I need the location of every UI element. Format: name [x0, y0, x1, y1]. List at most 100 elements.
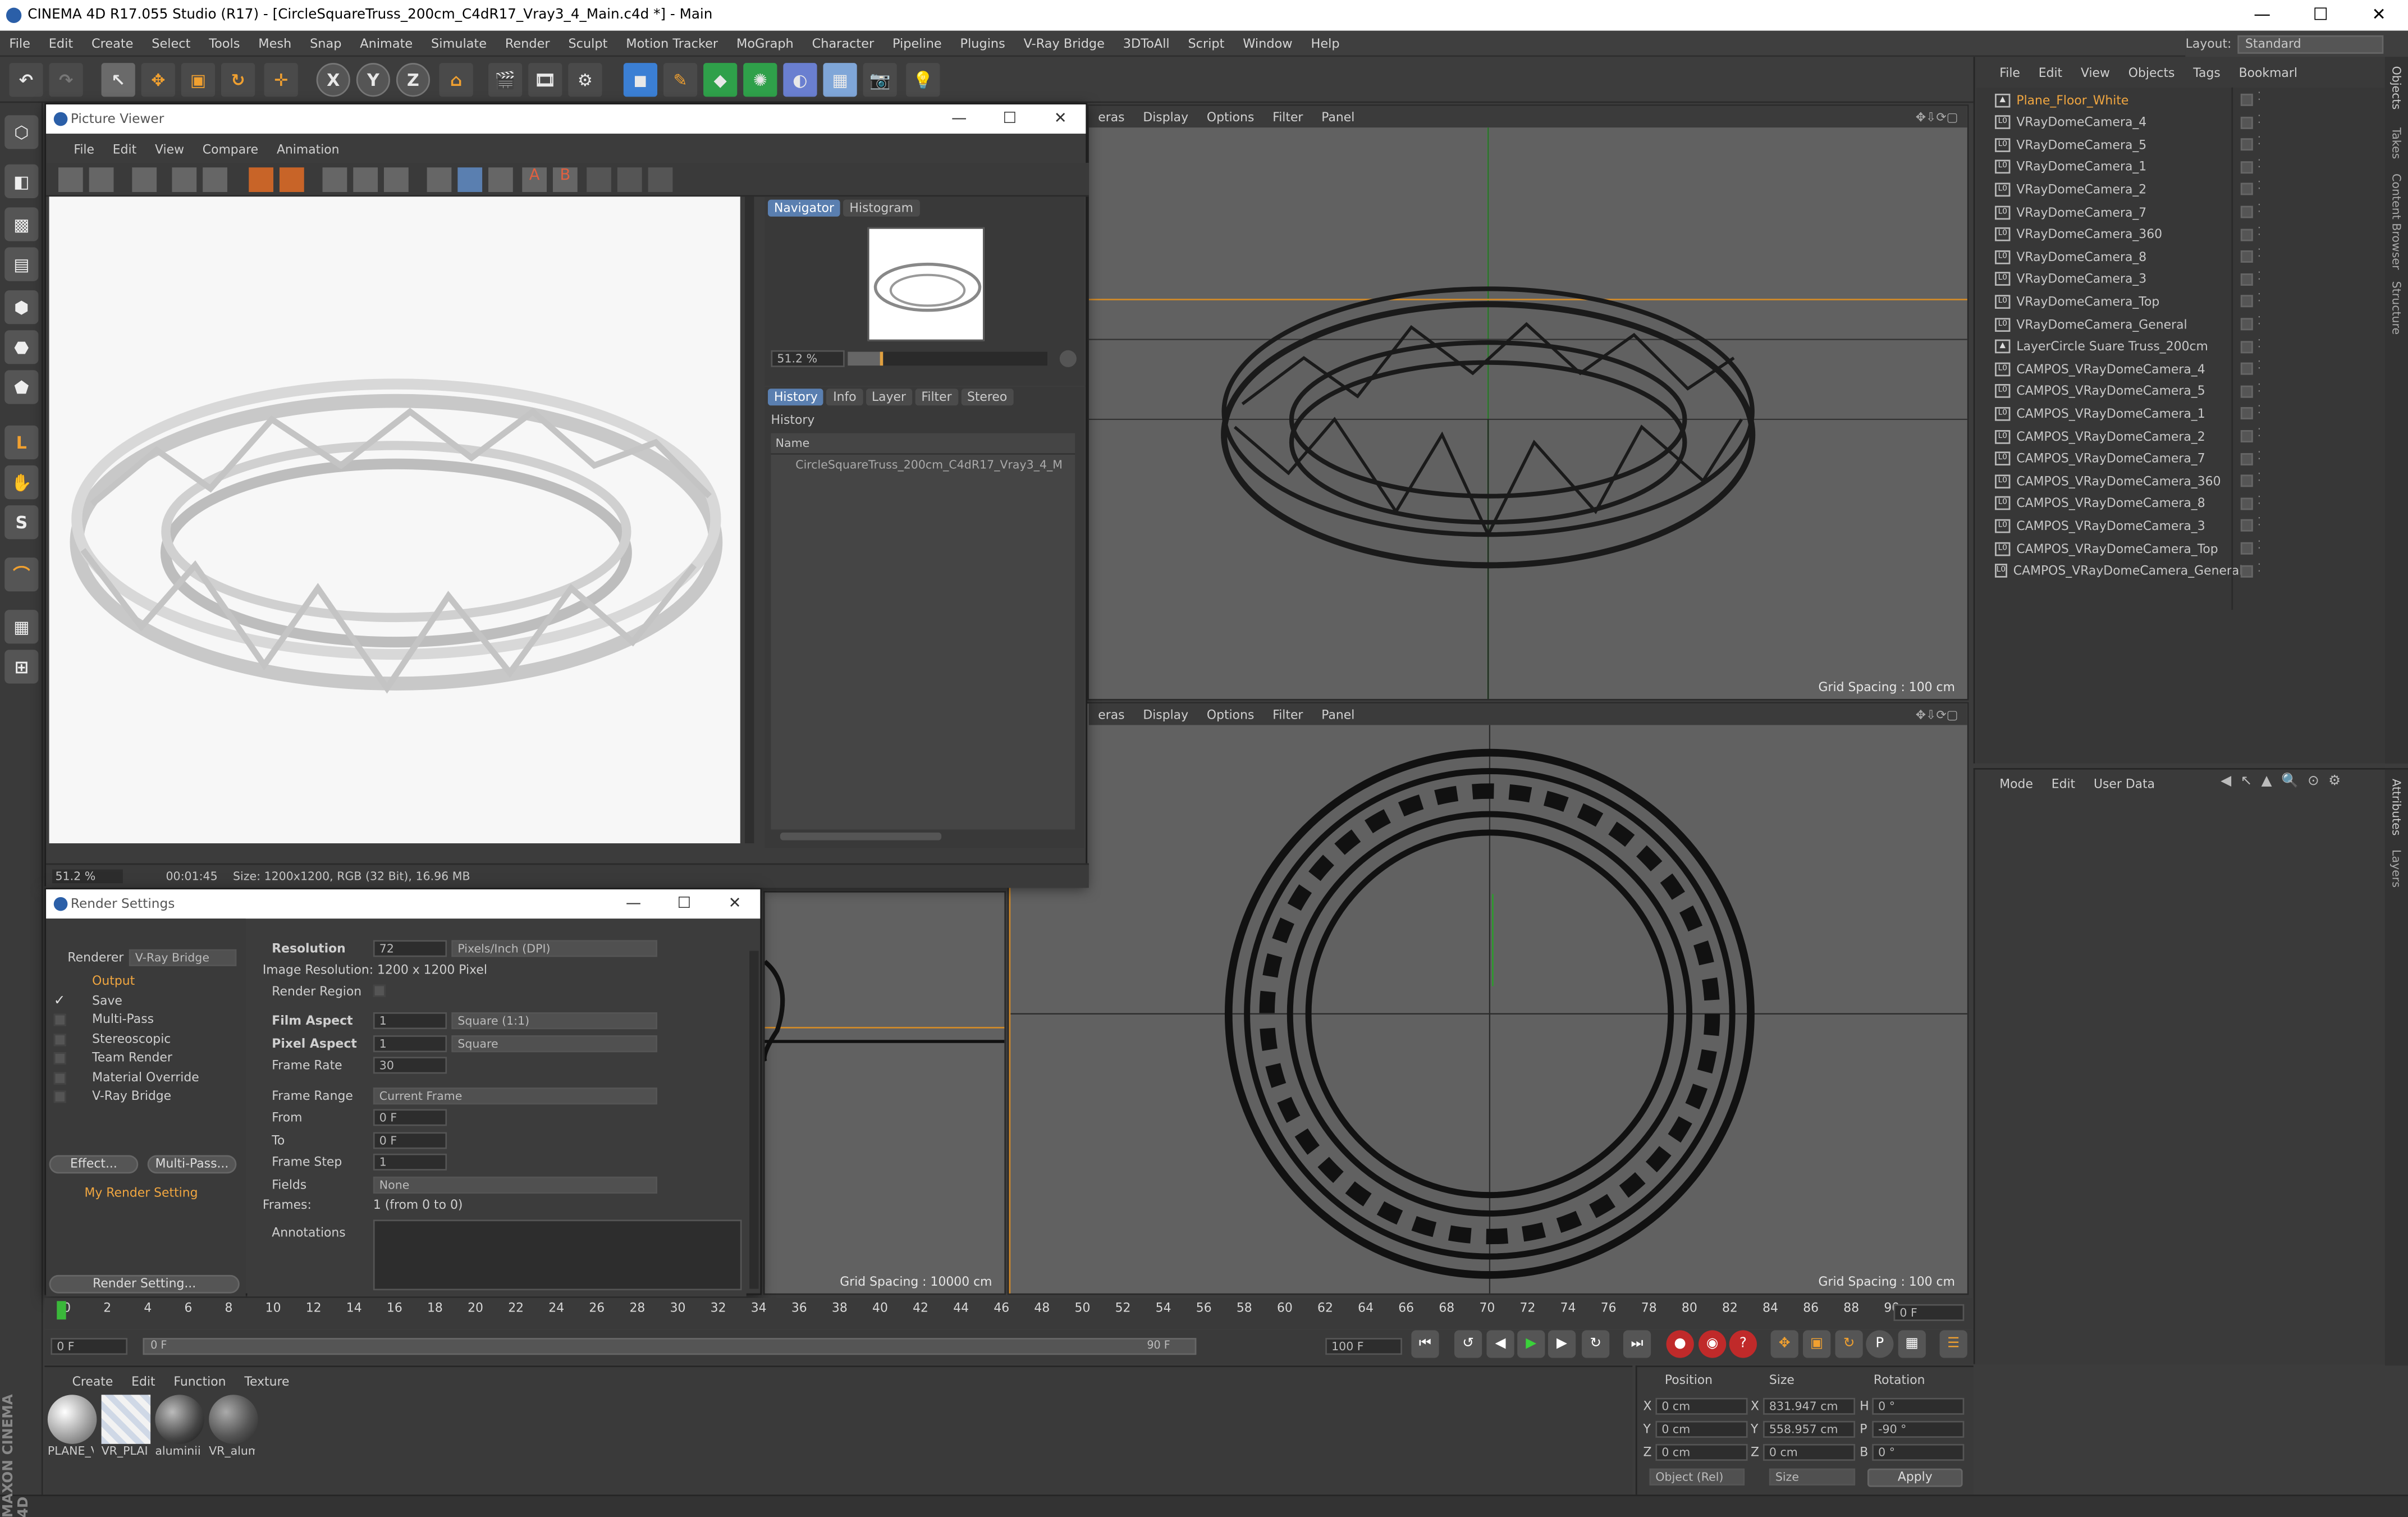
end-frame-field[interactable]: 0 F: [1893, 1304, 1965, 1321]
to-field[interactable]: 0 F: [373, 1132, 447, 1149]
render-item-checkbox[interactable]: [53, 1052, 66, 1065]
rotation-field[interactable]: -90 °: [1872, 1420, 1965, 1438]
render-dots-icon[interactable]: ⁚: [2258, 203, 2261, 215]
pv-menu-animation[interactable]: Animation: [268, 142, 349, 156]
render-item-save[interactable]: Save: [92, 993, 122, 1007]
menu-mesh[interactable]: Mesh: [249, 35, 301, 51]
frame-rate-field[interactable]: 30: [373, 1057, 447, 1074]
image-scrollbar[interactable]: [744, 197, 754, 844]
render-picture-viewer-icon[interactable]: 🎞: [528, 63, 562, 97]
resolution-field[interactable]: 72: [373, 940, 447, 957]
material-vr-plai[interactable]: [101, 1395, 151, 1444]
tab-histogram[interactable]: Histogram: [843, 199, 919, 217]
viewport-right-view[interactable]: Grid Spacing : 10000 cm: [763, 890, 1006, 1295]
menu-motion-tracker[interactable]: Motion Tracker: [617, 35, 727, 51]
tab-navigator[interactable]: Navigator: [768, 199, 841, 217]
save-icon[interactable]: [89, 167, 114, 192]
obj-menu-edit[interactable]: Edit: [2029, 65, 2071, 79]
size-field[interactable]: 558.957 cm: [1762, 1420, 1856, 1438]
subdivision-icon[interactable]: ◆: [703, 63, 738, 97]
redo-icon[interactable]: ↷: [49, 63, 83, 97]
autokey-icon[interactable]: ◉: [1699, 1330, 1727, 1358]
menu-render[interactable]: Render: [496, 35, 559, 51]
object-row[interactable]: L0 VRayDomeCamera_General ⁚: [1980, 313, 2261, 335]
side-tab-attributes[interactable]: Attributes: [2389, 779, 2404, 835]
menu-select[interactable]: Select: [143, 35, 200, 51]
close-button[interactable]: ✕: [709, 889, 760, 919]
object-row[interactable]: ▲ Plane_Floor_White ⁚: [1980, 89, 2261, 111]
render-item-output[interactable]: Output: [92, 974, 135, 988]
go-to-end-icon[interactable]: ⏭: [1623, 1330, 1651, 1358]
frame-step-field[interactable]: 1: [373, 1153, 447, 1171]
viewport-menu-display[interactable]: Display: [1134, 707, 1198, 721]
effect-button[interactable]: Effect...: [49, 1155, 139, 1174]
next-frame-icon[interactable]: ▶: [1548, 1330, 1576, 1358]
viewport-nav-icons[interactable]: ✥⇩⟳▢: [1906, 110, 1967, 124]
tab-filter[interactable]: Filter: [915, 389, 958, 406]
compare-b-icon[interactable]: [353, 167, 378, 192]
pixel-aspect-field[interactable]: 1: [373, 1035, 447, 1053]
render-dots-icon[interactable]: ⁚: [2258, 113, 2261, 125]
toggle2-icon[interactable]: [617, 167, 642, 192]
render-dots-icon[interactable]: ⁚: [2258, 90, 2261, 103]
maximize-button[interactable]: ☐: [659, 889, 709, 919]
tweak-mode-icon[interactable]: ✋: [4, 465, 39, 500]
obj-menu-bookmarl[interactable]: Bookmarl: [2230, 65, 2306, 79]
transform-tool-icon[interactable]: ✛: [264, 63, 298, 97]
object-row[interactable]: L0 CAMPOS_VRayDomeCamera_360 ⁚: [1980, 470, 2261, 492]
render-view-icon[interactable]: 🎬: [488, 63, 523, 97]
object-row[interactable]: L0 VRayDomeCamera_3 ⁚: [1980, 268, 2261, 290]
history-scrollbar[interactable]: [780, 832, 942, 840]
close-button[interactable]: ✕: [1035, 104, 1086, 134]
render-dots-icon[interactable]: ⁚: [2258, 539, 2261, 551]
menu-edit[interactable]: Edit: [39, 35, 82, 51]
attr-menu-edit[interactable]: Edit: [2042, 776, 2084, 791]
record-icon[interactable]: ●: [1666, 1330, 1694, 1358]
key-scale-icon[interactable]: ▣: [1803, 1330, 1831, 1358]
object-row[interactable]: L0 CAMPOS_VRayDomeCamera_5 ⁚: [1980, 381, 2261, 402]
menu-help[interactable]: Help: [1302, 35, 1349, 51]
resolution-unit-dropdown[interactable]: Pixels/Inch (DPI): [451, 940, 658, 957]
viewport-menu-eras[interactable]: eras: [1089, 707, 1134, 721]
object-row[interactable]: L0 VRayDomeCamera_Top ⁚: [1980, 291, 2261, 312]
visibility-toggle[interactable]: [2240, 228, 2253, 241]
render-dots-icon[interactable]: ⁚: [2258, 517, 2261, 529]
object-row[interactable]: L0 VRayDomeCamera_8 ⁚: [1980, 246, 2261, 267]
render-item-material-override[interactable]: Material Override: [92, 1070, 199, 1084]
maximize-button[interactable]: ☐: [2291, 0, 2350, 31]
render-dots-icon[interactable]: ⁚: [2258, 494, 2261, 506]
menu-simulate[interactable]: Simulate: [422, 35, 496, 51]
render-dots-icon[interactable]: ⁚: [2258, 427, 2261, 440]
render-dots-icon[interactable]: ⁚: [2258, 382, 2261, 395]
floor-icon[interactable]: ▦: [823, 63, 857, 97]
menu-character[interactable]: Character: [803, 35, 883, 51]
pv-menu-edit[interactable]: Edit: [103, 142, 145, 156]
render-dots-icon[interactable]: ⁚: [2258, 405, 2261, 417]
menu-create[interactable]: Create: [83, 35, 143, 51]
mat-menu-edit[interactable]: Edit: [122, 1374, 164, 1388]
attr-menu-user-data[interactable]: User Data: [2085, 776, 2164, 791]
object-row[interactable]: L0 CAMPOS_VRayDomeCamera_8 ⁚: [1980, 493, 2261, 514]
camera-icon[interactable]: 📷: [863, 63, 897, 97]
render-dots-icon[interactable]: ⁚: [2258, 561, 2261, 574]
next-key-icon[interactable]: ↻: [1582, 1330, 1610, 1358]
viewport-menu-options[interactable]: Options: [1197, 707, 1263, 721]
object-row[interactable]: L0 VRayDomeCamera_7 ⁚: [1980, 201, 2261, 222]
visibility-toggle[interactable]: [2240, 318, 2253, 331]
side-tab-content-browser[interactable]: Content Browser: [2389, 173, 2404, 269]
visibility-toggle[interactable]: [2240, 474, 2253, 487]
visibility-toggle[interactable]: [2240, 250, 2253, 263]
render-item-checkbox[interactable]: [53, 1090, 66, 1103]
x-axis-lock[interactable]: X: [316, 63, 350, 97]
frame-range-dropdown[interactable]: Current Frame: [373, 1088, 658, 1105]
range-slider[interactable]: 0 F 90 F: [143, 1338, 1197, 1355]
render-dots-icon[interactable]: ⁚: [2258, 135, 2261, 148]
visibility-toggle[interactable]: [2240, 116, 2253, 129]
viewport-perspective[interactable]: eras Display Options Filter Panel ✥⇩⟳▢ Grid S…: [1087, 104, 1969, 701]
move-tool-icon[interactable]: ✥: [141, 63, 175, 97]
rotation-field[interactable]: 0 °: [1872, 1443, 1965, 1461]
coordinate-system-icon[interactable]: ⌂: [439, 63, 473, 97]
render-dots-icon[interactable]: ⁚: [2258, 270, 2261, 282]
minimize-button[interactable]: —: [608, 889, 658, 919]
render-dots-icon[interactable]: ⁚: [2258, 158, 2261, 170]
